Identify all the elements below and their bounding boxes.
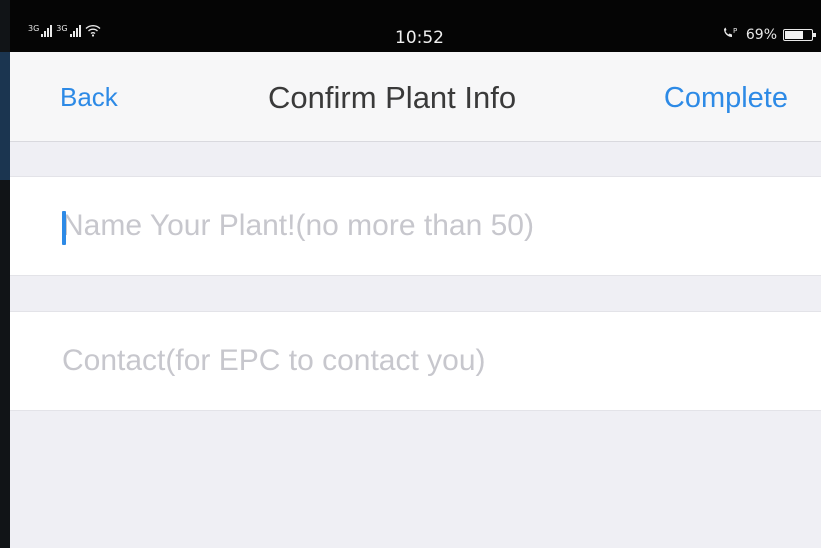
battery-icon — [783, 28, 816, 41]
app-frame: 3G 3G 10:52 P 69% Back Confirm Plant Inf… — [0, 0, 821, 548]
battery-percent: 69% — [745, 26, 777, 43]
page-title: Confirm Plant Info — [268, 80, 517, 115]
signal-icon: 3G — [56, 24, 81, 37]
contact-row — [10, 311, 821, 411]
plant-name-row — [10, 176, 821, 276]
text-cursor — [62, 211, 66, 245]
navigation-bar: Back Confirm Plant Info Complete — [10, 52, 821, 142]
contact-input[interactable] — [10, 312, 821, 410]
device-edge — [0, 0, 10, 548]
status-bar: 3G 3G 10:52 P 69% — [10, 0, 821, 52]
signal-icon: 3G — [28, 24, 53, 37]
status-time: 10:52 — [395, 28, 444, 48]
screen: 3G 3G 10:52 P 69% Back Confirm Plant Inf… — [10, 0, 821, 548]
device-edge-highlight — [0, 52, 10, 180]
complete-button[interactable]: Complete — [664, 82, 788, 115]
call-icon: P — [722, 26, 740, 43]
wifi-icon — [85, 24, 101, 37]
status-right-group: P 69% — [722, 26, 816, 43]
svg-text:P: P — [733, 27, 737, 35]
plant-name-input[interactable] — [10, 177, 821, 275]
back-button[interactable]: Back — [60, 82, 118, 113]
status-left-group: 3G 3G — [28, 24, 101, 37]
